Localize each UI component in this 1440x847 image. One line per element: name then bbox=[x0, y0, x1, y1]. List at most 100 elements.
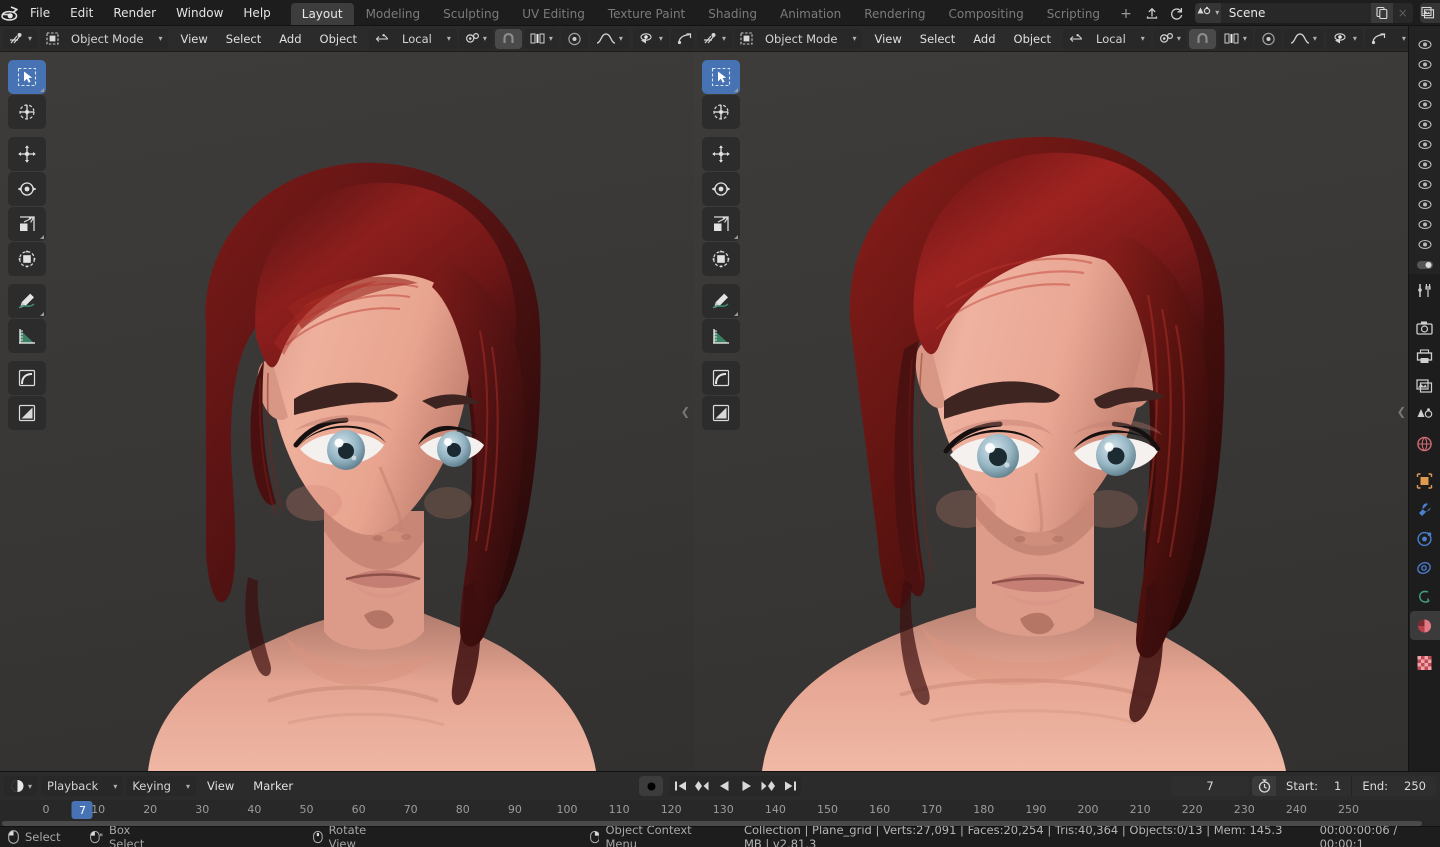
chevron-down-icon[interactable]: ▾ bbox=[1132, 29, 1151, 49]
eye-icon[interactable] bbox=[1409, 74, 1440, 94]
workspace-tab-animation[interactable]: Animation bbox=[769, 3, 852, 25]
viewport-menu-view[interactable]: View bbox=[866, 29, 909, 49]
view-layer-icon[interactable]: ▾ bbox=[1419, 2, 1440, 23]
scene-icon[interactable]: ▾ bbox=[1194, 2, 1221, 23]
view-layer-selector[interactable]: ▾ View Layer × bbox=[1419, 2, 1440, 23]
editor-type-selector-right[interactable]: ▾ bbox=[696, 28, 732, 49]
jump-to-end-button[interactable] bbox=[779, 776, 801, 796]
stopwatch-icon[interactable] bbox=[1252, 776, 1277, 796]
properties-tab-scene[interactable] bbox=[1410, 400, 1440, 429]
end-frame-field[interactable]: End: 250 bbox=[1352, 776, 1436, 796]
pivot-point-icon[interactable]: ▾ bbox=[459, 29, 493, 49]
tool-tweak-select-box[interactable] bbox=[701, 60, 740, 94]
add-workspace-button[interactable]: + bbox=[1112, 3, 1140, 25]
object-visibility-icon[interactable]: ▾ bbox=[1327, 29, 1363, 49]
workspace-tab-compositing[interactable]: Compositing bbox=[937, 3, 1034, 25]
workspace-tab-sculpting[interactable]: Sculpting bbox=[432, 3, 510, 25]
tool-measure[interactable] bbox=[8, 319, 46, 353]
viewport-menu-object[interactable]: Object bbox=[1006, 29, 1059, 49]
refresh-icon[interactable] bbox=[1166, 3, 1188, 23]
tool-rotate[interactable] bbox=[8, 172, 46, 206]
eye-icon[interactable] bbox=[1409, 54, 1440, 74]
remove-scene-button[interactable]: × bbox=[1392, 2, 1413, 23]
upload-icon[interactable] bbox=[1141, 3, 1163, 23]
eye-icon[interactable] bbox=[1409, 134, 1440, 154]
timeline-menu-keying[interactable]: Keying bbox=[126, 776, 177, 796]
menu-edit[interactable]: Edit bbox=[60, 0, 103, 25]
timeline-menu-playback-group[interactable]: Playback ▾ bbox=[41, 776, 124, 796]
play-reverse-button[interactable] bbox=[713, 776, 735, 796]
eye-icon[interactable] bbox=[1409, 154, 1440, 174]
pivot-point-icon[interactable]: ▾ bbox=[1153, 29, 1187, 49]
transform-orientation-selector-left[interactable]: Local ▾ bbox=[369, 28, 457, 49]
properties-tab-constraints[interactable] bbox=[1410, 553, 1440, 582]
object-visibility-group-left[interactable]: ▾ bbox=[632, 28, 669, 49]
mode-selector-left[interactable]: Object Mode ▾ bbox=[40, 28, 169, 49]
jump-to-prev-keyframe-button[interactable] bbox=[691, 776, 713, 796]
chevron-down-icon[interactable]: ▾ bbox=[177, 776, 196, 796]
transform-orientation-label[interactable]: Local bbox=[1090, 29, 1132, 49]
eye-icon[interactable] bbox=[1409, 174, 1440, 194]
properties-tab-object[interactable] bbox=[1410, 466, 1440, 495]
viewport-right-collapse-arrow[interactable]: ❮ bbox=[1397, 405, 1406, 418]
pivot-point-selector-left[interactable]: ▾ bbox=[458, 28, 493, 49]
proportional-falloff-toggle-icon[interactable] bbox=[560, 28, 588, 49]
toggle-icon[interactable] bbox=[1409, 254, 1440, 274]
editor-type-icon[interactable]: ▾ bbox=[3, 29, 38, 49]
viewport-right-canvas[interactable]: ❮ bbox=[693, 52, 1408, 771]
timeline-menu-view[interactable]: View bbox=[199, 776, 242, 796]
new-scene-icon[interactable] bbox=[1370, 2, 1393, 23]
tool-cursor[interactable] bbox=[8, 95, 46, 129]
properties-tab-view-layer[interactable] bbox=[1410, 371, 1440, 400]
chevron-down-icon[interactable]: ▾ bbox=[438, 29, 457, 49]
menu-window[interactable]: Window bbox=[166, 0, 233, 25]
falloff-curve-icon[interactable]: ▾ bbox=[590, 29, 629, 49]
workspace-tab-uv-editing[interactable]: UV Editing bbox=[511, 3, 596, 25]
properties-tab-modifiers[interactable] bbox=[1410, 495, 1440, 524]
jump-to-next-keyframe-button[interactable] bbox=[757, 776, 779, 796]
object-visibility-group-right[interactable]: ▾ bbox=[1326, 28, 1363, 49]
properties-tab-object-data[interactable] bbox=[1410, 582, 1440, 611]
jump-to-start-button[interactable] bbox=[669, 776, 691, 796]
eye-icon[interactable] bbox=[1409, 114, 1440, 134]
transform-orientation-selector-right[interactable]: Local ▾ bbox=[1062, 28, 1151, 49]
eye-icon[interactable] bbox=[1409, 194, 1440, 214]
viewport-menu-object[interactable]: Object bbox=[312, 29, 365, 49]
tool-transform[interactable] bbox=[701, 242, 740, 276]
timeline-menu-marker[interactable]: Marker bbox=[245, 776, 301, 796]
falloff-curve-group-left[interactable]: ▾ bbox=[589, 28, 629, 49]
timeline-editor-type-selector[interactable]: ▾ bbox=[4, 776, 39, 796]
timeline-ruler[interactable]: 0 10 20 30 40 50 60 70 80 90 100 110 120 130 140 150 160… bbox=[0, 800, 1440, 826]
start-frame-field[interactable]: Start: 1 bbox=[1276, 776, 1351, 796]
tool-move[interactable] bbox=[701, 137, 740, 171]
gizmo-group-right[interactable]: ▾ bbox=[1364, 28, 1408, 49]
timeline-editor-icon[interactable]: ▾ bbox=[4, 776, 38, 796]
eye-icon[interactable] bbox=[1409, 94, 1440, 114]
tool-add-cube[interactable] bbox=[8, 361, 46, 395]
properties-tab-tool[interactable] bbox=[1410, 276, 1440, 305]
properties-tab-texture[interactable] bbox=[1410, 648, 1440, 677]
proportional-edit-group-left[interactable]: ▾ bbox=[523, 28, 559, 49]
tool-rotate[interactable] bbox=[701, 172, 740, 206]
properties-tab-output[interactable] bbox=[1410, 342, 1440, 371]
chevron-down-icon[interactable]: ▾ bbox=[149, 29, 168, 49]
chevron-down-icon[interactable]: ▾ bbox=[104, 776, 123, 796]
workspace-tab-modeling[interactable]: Modeling bbox=[355, 3, 432, 25]
menu-file[interactable]: File bbox=[20, 0, 60, 25]
tool-knife[interactable] bbox=[8, 396, 46, 430]
properties-tab-render[interactable] bbox=[1410, 313, 1440, 342]
tool-knife[interactable] bbox=[701, 396, 740, 430]
timeline-playhead[interactable]: 7 bbox=[71, 801, 93, 819]
properties-tab-world[interactable] bbox=[1410, 429, 1440, 458]
properties-tab-material[interactable] bbox=[1409, 611, 1440, 640]
tool-scale[interactable] bbox=[701, 207, 740, 241]
eye-icon[interactable] bbox=[1409, 234, 1440, 254]
gizmo-group-left[interactable]: ▾ bbox=[670, 28, 694, 49]
gizmo-icon[interactable] bbox=[671, 29, 694, 49]
eye-icon[interactable] bbox=[1409, 214, 1440, 234]
proportional-edit-icon[interactable]: ▾ bbox=[1218, 29, 1253, 49]
proportional-falloff-toggle-icon[interactable] bbox=[1254, 28, 1282, 49]
snap-magnet-icon[interactable] bbox=[1188, 28, 1216, 49]
workspace-tab-layout[interactable]: Layout bbox=[290, 3, 354, 25]
viewport-menu-select[interactable]: Select bbox=[912, 29, 963, 49]
